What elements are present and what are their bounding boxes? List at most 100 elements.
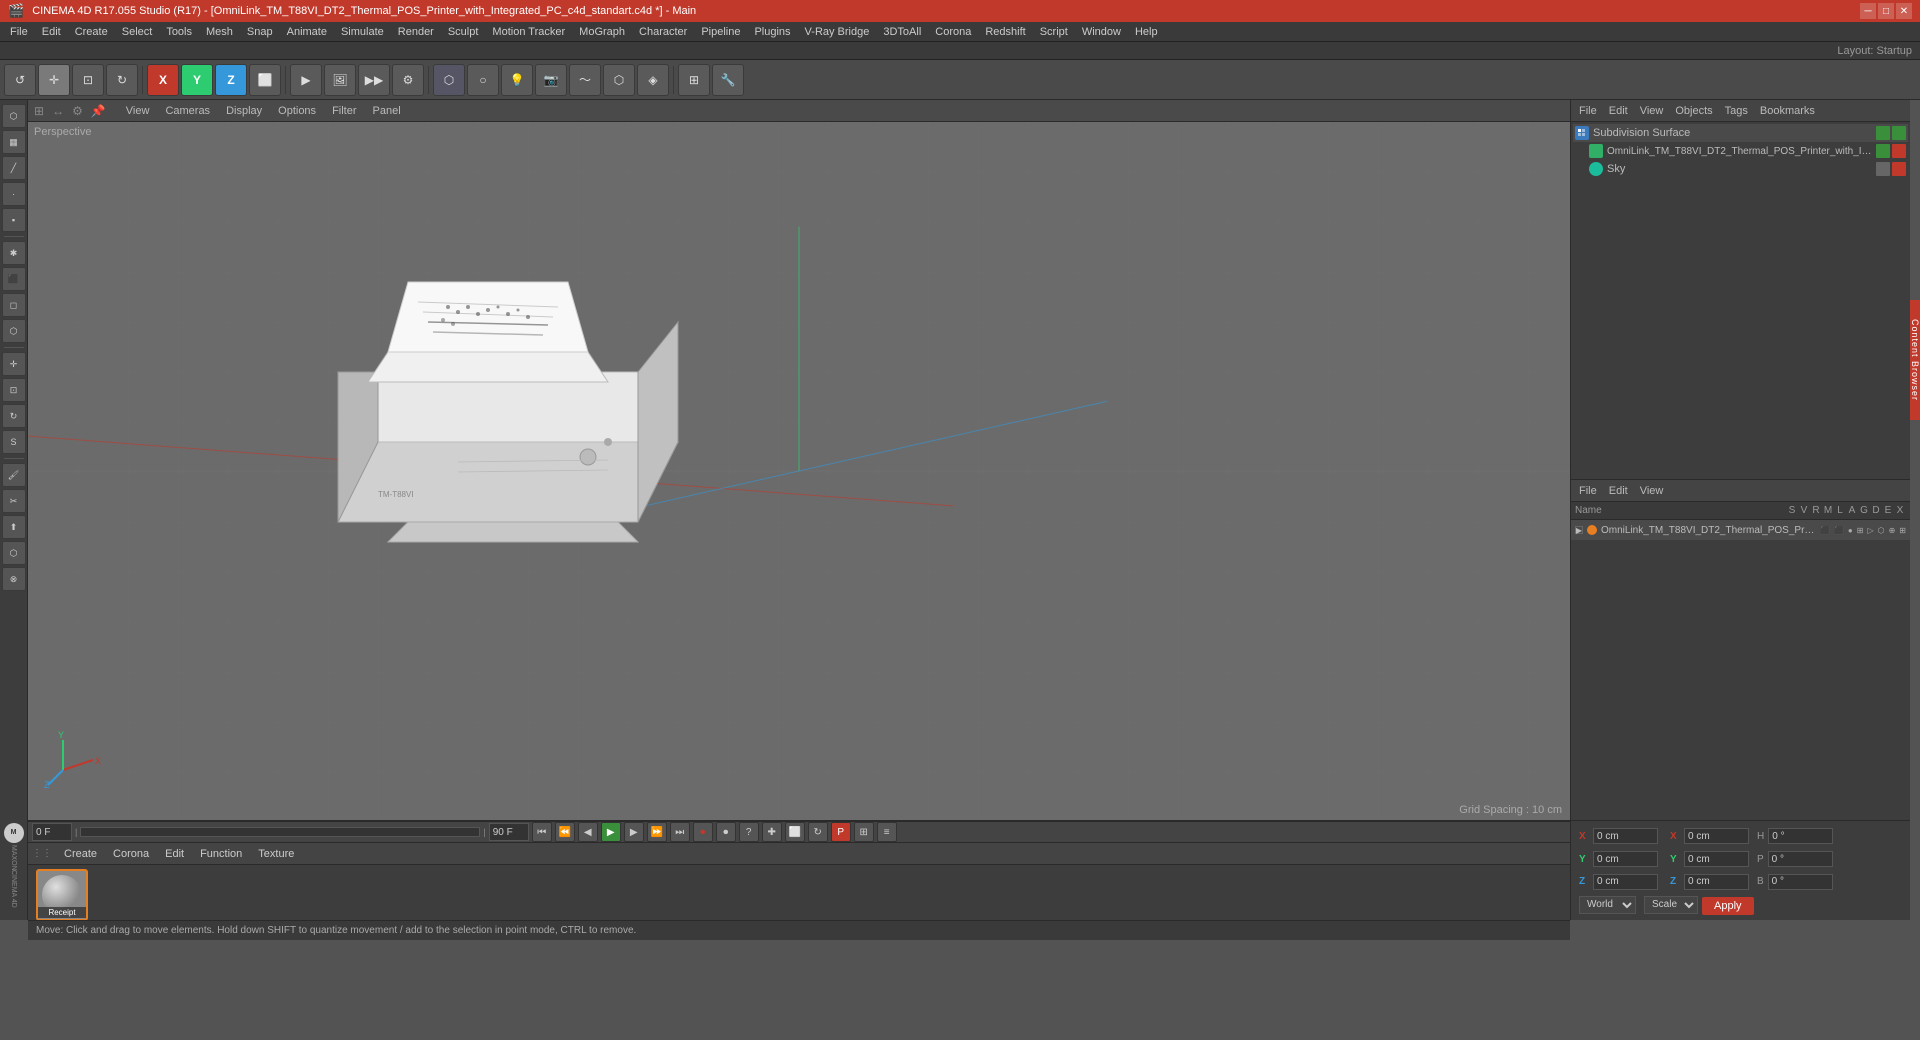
toolbar-x-axis[interactable]: X <box>147 64 179 96</box>
play-auto-key[interactable]: ⏺ <box>716 822 736 842</box>
play-to-start[interactable]: ⏮ <box>532 822 552 842</box>
viewport-menu-cameras[interactable]: Cameras <box>161 104 214 118</box>
play-keyframe-add[interactable]: ✚ <box>762 822 782 842</box>
tool-edge-mode[interactable]: ╱ <box>2 156 26 180</box>
play-key-extra[interactable]: ≡ <box>877 822 897 842</box>
obj-render-green[interactable] <box>1892 126 1906 140</box>
coord-scale-dropdown[interactable]: Scale Size <box>1644 896 1698 914</box>
title-bar-controls[interactable]: ─ □ ✕ <box>1860 3 1912 19</box>
attr-icon-4[interactable]: ⊞ <box>1857 526 1864 535</box>
toolbar-snap-settings[interactable]: 🔧 <box>712 64 744 96</box>
toolbar-rotate[interactable]: ↻ <box>106 64 138 96</box>
coord-b-val[interactable]: 0 ° <box>1768 874 1833 890</box>
content-browser-tab[interactable]: Content Browser <box>1910 300 1920 420</box>
play-to-end[interactable]: ⏭ <box>670 822 690 842</box>
tool-loop-select[interactable]: ⬡ <box>2 319 26 343</box>
menu-script[interactable]: Script <box>1034 24 1074 40</box>
frame-counter-input[interactable] <box>32 823 72 841</box>
play-next-frame[interactable]: ▶ <box>624 822 644 842</box>
attr-icon-3[interactable]: ● <box>1848 526 1853 535</box>
menu-corona[interactable]: Corona <box>929 24 977 40</box>
attr-obj-expand[interactable]: ▶ <box>1575 526 1583 534</box>
menu-tools[interactable]: Tools <box>160 24 198 40</box>
obj-menu-objects[interactable]: Objects <box>1671 104 1716 118</box>
toolbar-sphere[interactable]: ○ <box>467 64 499 96</box>
play-key-grid[interactable]: ⊞ <box>854 822 874 842</box>
obj-item-subdivision[interactable]: Subdivision Surface <box>1573 124 1908 142</box>
obj-vis-omnilink[interactable] <box>1876 144 1890 158</box>
menu-snap[interactable]: Snap <box>241 24 279 40</box>
tool-bevel[interactable]: ⬡ <box>2 541 26 565</box>
play-play[interactable]: ▶ <box>601 822 621 842</box>
tool-magnet[interactable]: ⊗ <box>2 567 26 591</box>
frame-end-input[interactable] <box>489 823 529 841</box>
menu-window[interactable]: Window <box>1076 24 1127 40</box>
menu-mograph[interactable]: MoGraph <box>573 24 631 40</box>
play-record[interactable]: ⏺ <box>693 822 713 842</box>
toolbar-cube[interactable]: ⬡ <box>433 64 465 96</box>
apply-button[interactable]: Apply <box>1702 897 1754 915</box>
tool-move[interactable]: ✛ <box>2 352 26 376</box>
toolbar-generators[interactable]: ◈ <box>637 64 669 96</box>
coord-z-rot[interactable]: 0 cm <box>1684 874 1749 890</box>
toolbar-grid[interactable]: ⊞ <box>678 64 710 96</box>
menu-3dtoall[interactable]: 3DToAll <box>877 24 927 40</box>
toolbar-z-axis[interactable]: Z <box>215 64 247 96</box>
coord-z-pos[interactable]: 0 cm <box>1593 874 1658 890</box>
play-loop[interactable]: ↻ <box>808 822 828 842</box>
obj-item-omnilink[interactable]: OmniLink_TM_T88VI_DT2_Thermal_POS_Printe… <box>1587 142 1908 160</box>
toolbar-move[interactable]: ✛ <box>38 64 70 96</box>
menu-plugins[interactable]: Plugins <box>748 24 796 40</box>
obj-render-omnilink[interactable] <box>1892 144 1906 158</box>
tool-mesh-mode[interactable]: ▦ <box>2 130 26 154</box>
menu-edit[interactable]: Edit <box>36 24 67 40</box>
menu-mesh[interactable]: Mesh <box>200 24 239 40</box>
attr-object-row[interactable]: ▶ OmniLink_TM_T88VI_DT2_Thermal_POS_Prin… <box>1571 520 1910 540</box>
viewport-menu-display[interactable]: Display <box>222 104 266 118</box>
viewport-icon-arrange[interactable]: ⊞ <box>34 104 44 118</box>
tool-transform[interactable]: S <box>2 430 26 454</box>
tool-rectangle-select[interactable]: ⬛ <box>2 267 26 291</box>
attr-icon-5[interactable]: ▷ <box>1867 526 1873 535</box>
play-help[interactable]: ? <box>739 822 759 842</box>
play-keyframe-remove[interactable]: ⬜ <box>785 822 805 842</box>
toolbar-render-region[interactable]: ▶ <box>290 64 322 96</box>
menu-character[interactable]: Character <box>633 24 693 40</box>
coord-y-pos[interactable]: 0 cm <box>1593 851 1658 867</box>
play-prev-key[interactable]: ⏪ <box>555 822 575 842</box>
viewport-menu-panel[interactable]: Panel <box>369 104 405 118</box>
coord-y-rot[interactable]: 0 cm <box>1684 851 1749 867</box>
attr-menu-edit[interactable]: Edit <box>1605 484 1632 498</box>
toolbar-render-anim[interactable]: ▶▶ <box>358 64 390 96</box>
mat-tab-texture[interactable]: Texture <box>254 846 298 862</box>
menu-pipeline[interactable]: Pipeline <box>695 24 746 40</box>
toolbar-select-rect[interactable]: ⬜ <box>249 64 281 96</box>
tool-brush[interactable]: 🖌 <box>2 463 26 487</box>
viewport-icon-pin[interactable]: 📌 <box>91 104 106 118</box>
menu-file[interactable]: File <box>4 24 34 40</box>
toolbar-light[interactable]: 💡 <box>501 64 533 96</box>
mat-tab-create[interactable]: Create <box>60 846 101 862</box>
obj-menu-edit[interactable]: Edit <box>1605 104 1632 118</box>
menu-select[interactable]: Select <box>116 24 159 40</box>
toolbar-y-axis[interactable]: Y <box>181 64 213 96</box>
material-receipt[interactable]: Receipt <box>36 869 88 921</box>
mat-tab-corona[interactable]: Corona <box>109 846 153 862</box>
menu-render[interactable]: Render <box>392 24 440 40</box>
toolbar-render-settings[interactable]: ⚙ <box>392 64 424 96</box>
obj-vis-sky[interactable] <box>1876 162 1890 176</box>
viewport-icon-settings[interactable]: ⚙ <box>72 104 83 118</box>
toolbar-deformer[interactable]: ⬡ <box>603 64 635 96</box>
menu-animate[interactable]: Animate <box>281 24 333 40</box>
minimize-button[interactable]: ─ <box>1860 3 1876 19</box>
tool-model-mode[interactable]: ⬡ <box>2 104 26 128</box>
menu-simulate[interactable]: Simulate <box>335 24 390 40</box>
tool-live-selection[interactable]: ✱ <box>2 241 26 265</box>
mat-tab-edit[interactable]: Edit <box>161 846 188 862</box>
obj-menu-tags[interactable]: Tags <box>1721 104 1752 118</box>
menu-motion-tracker[interactable]: Motion Tracker <box>486 24 571 40</box>
attr-menu-file[interactable]: File <box>1575 484 1601 498</box>
tool-scale[interactable]: ⊡ <box>2 378 26 402</box>
attr-icon-1[interactable]: ⬛ <box>1820 526 1830 535</box>
coord-p-val[interactable]: 0 ° <box>1768 851 1833 867</box>
